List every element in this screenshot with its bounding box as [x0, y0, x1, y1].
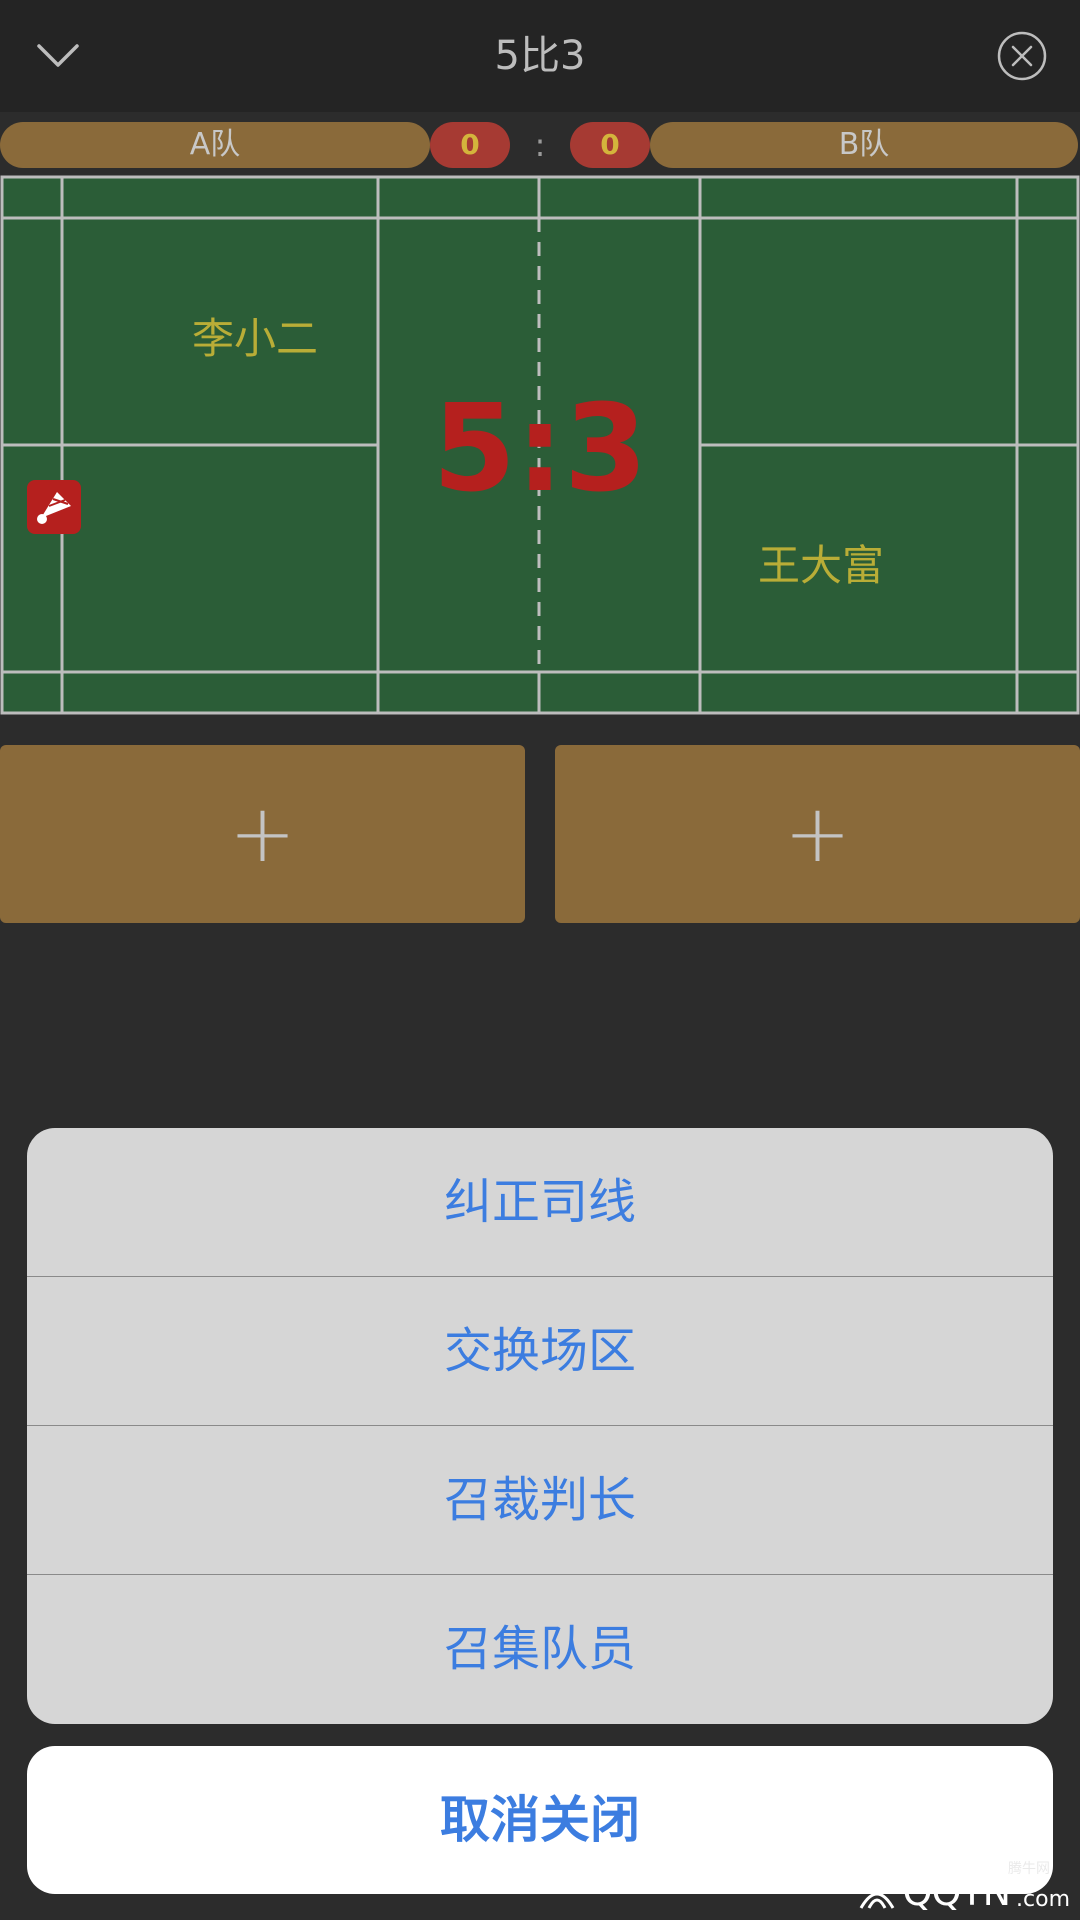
- score-separator: :: [516, 380, 564, 519]
- action-swap-sides[interactable]: 交换场区: [27, 1277, 1053, 1426]
- add-point-a-button[interactable]: +: [0, 745, 525, 923]
- action-sheet: 纠正司线 交换场区 召裁判长 召集队员: [27, 1128, 1053, 1724]
- close-circle-icon: [997, 31, 1047, 81]
- watermark-brand: QQTN: [902, 1870, 1011, 1914]
- player-a-name: 李小二: [192, 314, 319, 363]
- badminton-court: 李小二 王大富 5:3: [0, 175, 1080, 715]
- rally-score: 5:3: [390, 380, 690, 520]
- team-a-label: A队: [0, 122, 430, 168]
- player-b-name: 王大富: [758, 541, 885, 590]
- watermark-suffix: .com: [1016, 1887, 1070, 1912]
- games-separator: :: [534, 126, 546, 164]
- team-a-games: 0: [430, 122, 510, 168]
- watermark: QQTN .com: [857, 1870, 1070, 1914]
- score-a: 5: [432, 380, 517, 519]
- cancel-button[interactable]: 取消关闭: [27, 1746, 1053, 1894]
- team-b-games: 0: [570, 122, 650, 168]
- add-point-b-button[interactable]: +: [555, 745, 1080, 923]
- score-b: 3: [564, 380, 648, 519]
- games-scorebar: A队 0 : 0 B队: [0, 120, 1080, 170]
- action-call-referee[interactable]: 召裁判长: [27, 1426, 1053, 1575]
- close-button[interactable]: [992, 26, 1052, 86]
- page-title: 5比3: [494, 33, 586, 79]
- watermark-logo-icon: [859, 1892, 894, 1909]
- action-gather-players[interactable]: 召集队员: [27, 1575, 1053, 1723]
- shuttlecock-icon: [37, 492, 71, 524]
- screen: 5比3 A队 0 : 0 B队 李小二 王大富 5:3 + + 纠正司线 交换场…: [0, 0, 1080, 1920]
- top-bar: 5比3: [0, 0, 1080, 112]
- action-correct-line-judge[interactable]: 纠正司线: [27, 1128, 1053, 1277]
- serve-indicator: [27, 480, 81, 534]
- team-b-label: B队: [650, 122, 1078, 168]
